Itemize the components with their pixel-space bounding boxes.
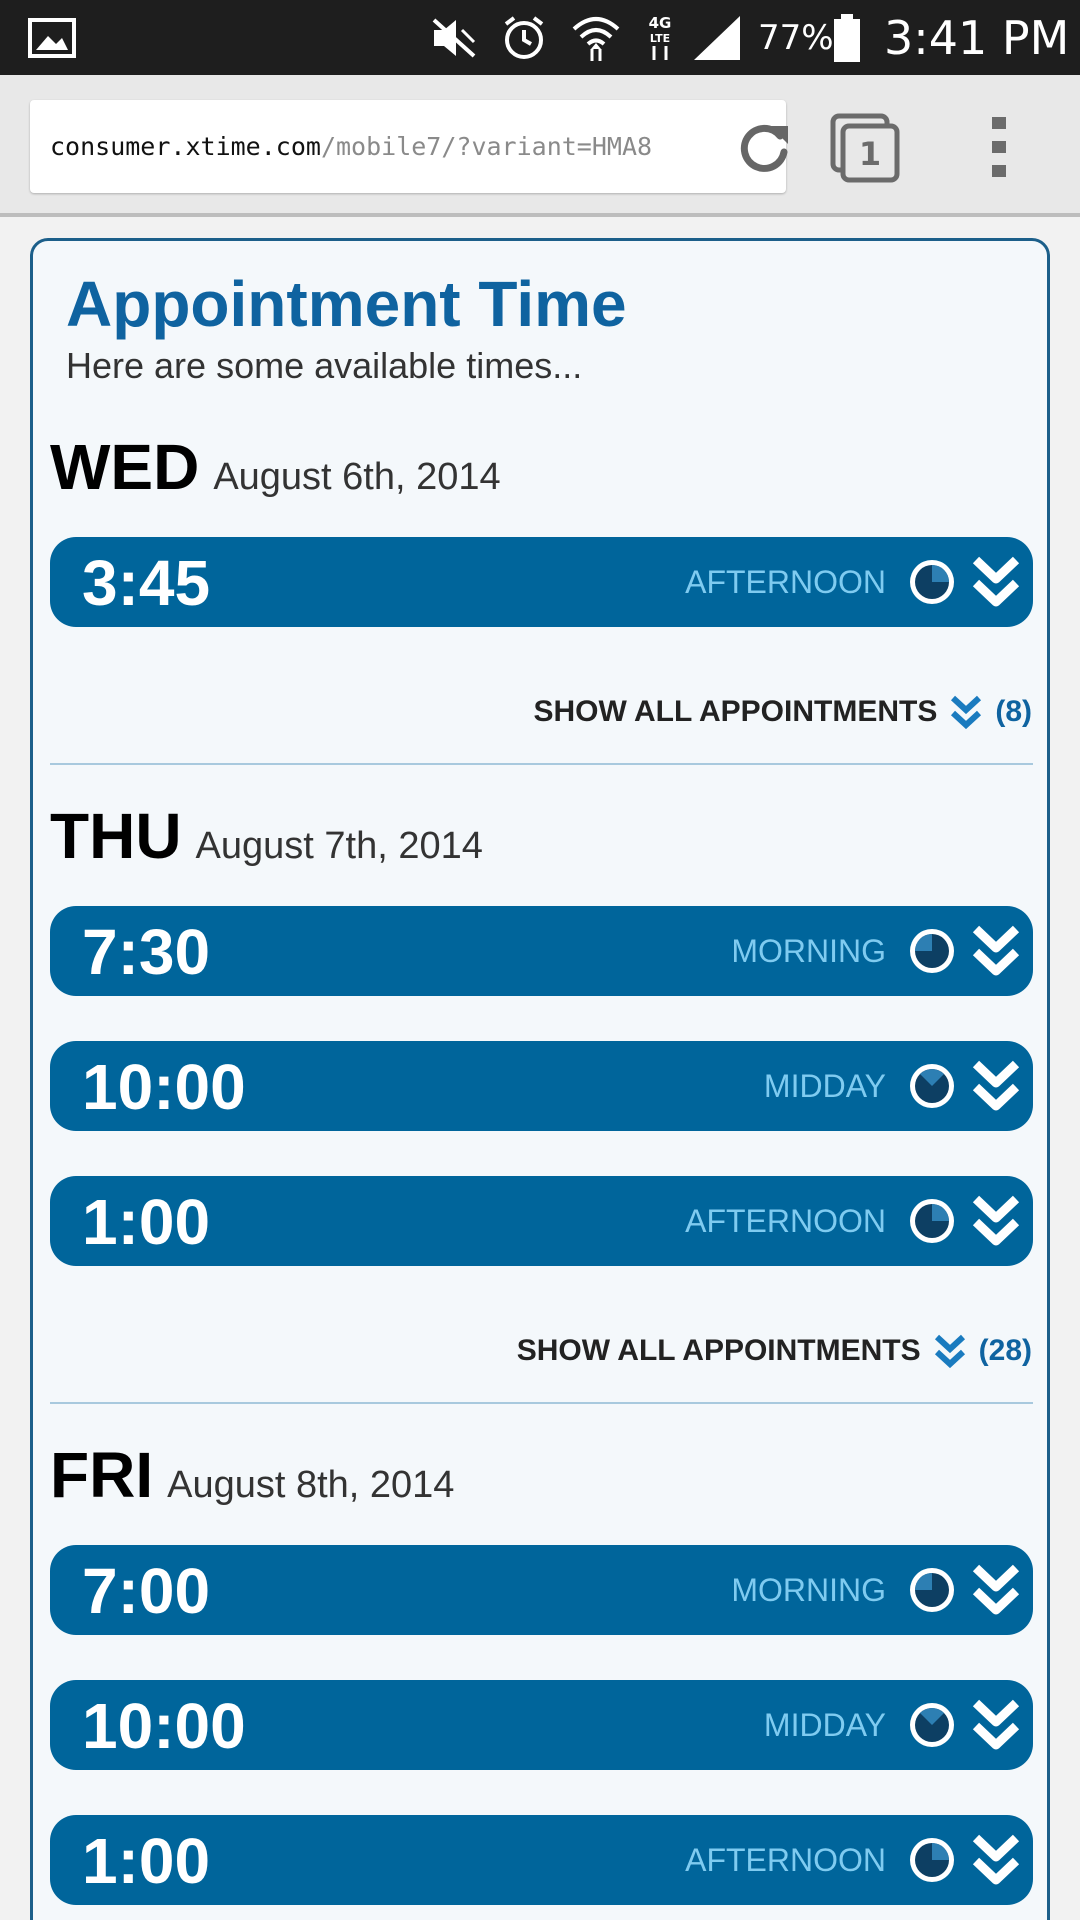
slot-period: AFTERNOON: [685, 564, 886, 600]
day-date: August 6th, 2014: [213, 456, 501, 498]
svg-text:LTE: LTE: [650, 32, 670, 45]
slot-period: AFTERNOON: [685, 1203, 886, 1239]
expand-chevron-icon: [971, 923, 1021, 984]
slot-time: 10:00: [82, 1051, 246, 1123]
status-bar: 4G LTE 77% 3:41 PM: [0, 0, 1080, 75]
url-text[interactable]: consumer.xtime.com/mobile7/?variant=HMA8: [50, 100, 710, 193]
clock-midday-icon: [906, 1060, 958, 1117]
chevron-down-icon: [933, 1333, 967, 1369]
tab-count: 1: [859, 135, 881, 173]
svg-text:4G: 4G: [649, 14, 672, 32]
day-date: August 7th, 2014: [195, 825, 483, 867]
tabs-button[interactable]: 1: [830, 113, 900, 188]
url-path: /mobile7/?variant=HMA8: [320, 132, 653, 161]
slot-period: AFTERNOON: [685, 1842, 886, 1878]
clock-time: 3:41 PM: [884, 10, 1070, 65]
clock-afternoon-icon: [906, 556, 958, 613]
slot-time: 7:00: [82, 1555, 211, 1627]
clock-afternoon-icon: [906, 1195, 958, 1252]
gallery-icon: [28, 10, 76, 65]
alarm-icon: [500, 10, 548, 65]
page-subtitle: Here are some available times...: [66, 345, 583, 386]
clock-morning-icon: [906, 925, 958, 982]
chevron-down-icon: [949, 694, 983, 730]
slot-period: MIDDAY: [763, 1707, 886, 1743]
day-name: WED: [50, 431, 200, 503]
appointment-card: Appointment Time Here are some available…: [30, 238, 1050, 1920]
slot-period: MORNING: [731, 933, 886, 969]
show-all-label: SHOW ALL APPOINTMENTS: [533, 695, 938, 728]
slot-time: 3:45: [82, 547, 211, 619]
address-bar[interactable]: consumer.xtime.com/mobile7/?variant=HMA8: [30, 100, 788, 193]
battery-percent: 77%: [758, 17, 834, 58]
url-host: consumer.xtime.com: [50, 132, 321, 161]
slot-time: 1:00: [82, 1186, 211, 1258]
clock-midday-icon: [906, 1699, 958, 1756]
slot-period: MORNING: [731, 1572, 886, 1608]
day-date: August 8th, 2014: [167, 1464, 455, 1506]
time-slot-button[interactable]: 7:30 MORNING: [50, 906, 1033, 996]
slot-time: 1:00: [82, 1825, 211, 1897]
page-title: Appointment Time: [66, 268, 627, 340]
slot-time: 7:30: [82, 916, 211, 988]
slot-period: MIDDAY: [763, 1068, 886, 1104]
expand-chevron-icon: [971, 1562, 1021, 1623]
time-slot-button[interactable]: 10:00 MIDDAY: [50, 1041, 1033, 1131]
mute-icon: [430, 10, 478, 65]
show-all-label: SHOW ALL APPOINTMENTS: [516, 1334, 921, 1367]
appointment-count: (28): [978, 1334, 1032, 1367]
day-name: THU: [50, 800, 182, 872]
day-header: WED August 6th, 2014: [50, 430, 501, 504]
expand-chevron-icon: [971, 1697, 1021, 1758]
day-name: FRI: [50, 1439, 154, 1511]
time-slot-button[interactable]: 1:00 AFTERNOON: [50, 1176, 1033, 1266]
slot-time: 10:00: [82, 1690, 246, 1762]
lte-icon: 4G LTE: [640, 10, 680, 65]
reload-icon[interactable]: [736, 120, 792, 181]
divider: [50, 1402, 1033, 1404]
show-all-appointments-link[interactable]: SHOW ALL APPOINTMENTS (8): [533, 694, 1032, 730]
clock-afternoon-icon: [906, 1834, 958, 1891]
appointment-count: (8): [995, 695, 1032, 728]
battery-icon: [832, 10, 862, 65]
show-all-appointments-link[interactable]: SHOW ALL APPOINTMENTS (28): [517, 1333, 1032, 1369]
browser-toolbar: consumer.xtime.com/mobile7/?variant=HMA8…: [0, 75, 1080, 217]
clock-morning-icon: [906, 1564, 958, 1621]
expand-chevron-icon: [971, 1193, 1021, 1254]
day-header: FRI August 8th, 2014: [50, 1438, 454, 1512]
expand-chevron-icon: [971, 554, 1021, 615]
time-slot-button[interactable]: 10:00 MIDDAY: [50, 1680, 1033, 1770]
divider: [50, 763, 1033, 765]
time-slot-button[interactable]: 3:45 AFTERNOON: [50, 537, 1033, 627]
overflow-menu-icon[interactable]: [990, 115, 1008, 184]
signal-icon: [692, 10, 744, 65]
expand-chevron-icon: [971, 1832, 1021, 1893]
day-header: THU August 7th, 2014: [50, 799, 483, 873]
wifi-icon: [570, 10, 622, 65]
time-slot-button[interactable]: 7:00 MORNING: [50, 1545, 1033, 1635]
expand-chevron-icon: [971, 1058, 1021, 1119]
time-slot-button[interactable]: 1:00 AFTERNOON: [50, 1815, 1033, 1905]
